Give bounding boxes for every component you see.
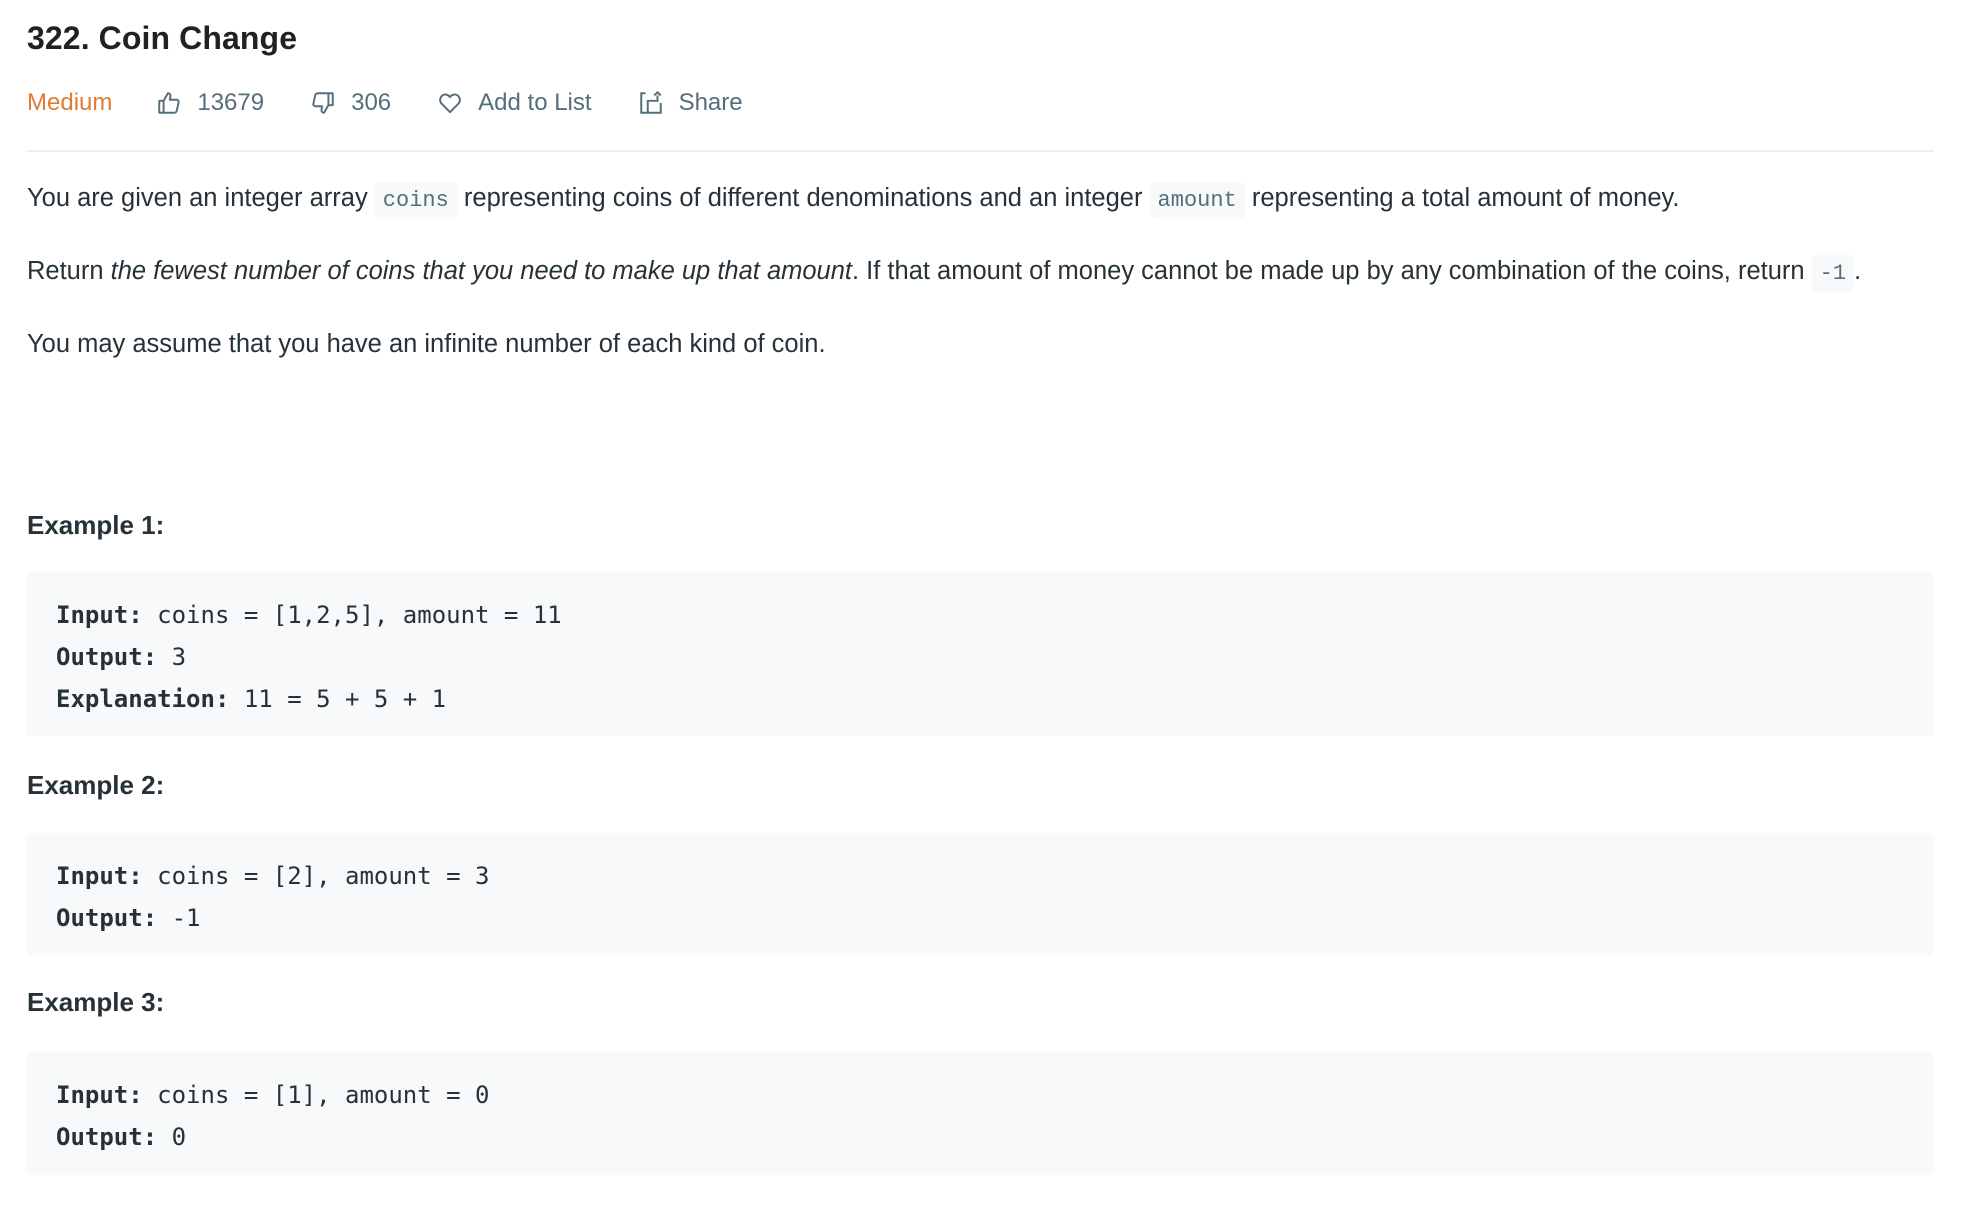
- example-output-line: Output: 0: [56, 1116, 1904, 1158]
- code-label: Input:: [56, 862, 143, 890]
- like-count: 13679: [197, 89, 265, 116]
- text: You are given an integer array: [27, 184, 375, 212]
- example-code-block: Input: coins = [1,2,5], amount = 11 Outp…: [26, 572, 1934, 736]
- example-heading: Example 2:: [27, 770, 165, 800]
- code-value: 3: [157, 643, 187, 671]
- dislike-count: 306: [351, 89, 392, 116]
- problem-meta-bar: Medium 13679 306 Add to List Share: [27, 84, 789, 122]
- statement-paragraph: You are given an integer array coins rep…: [27, 176, 1934, 223]
- thumbs-down-icon: [312, 92, 334, 114]
- code-label: Output:: [56, 1123, 158, 1151]
- code-label: Input:: [56, 1081, 143, 1109]
- code-value: 0: [157, 1123, 187, 1151]
- thumbs-up-icon: [158, 92, 181, 114]
- share-icon: [639, 91, 662, 114]
- example-explanation-line: Explanation: 11 = 5 + 5 + 1: [56, 678, 1904, 720]
- code-value: 11 = 5 + 5 + 1: [229, 685, 447, 713]
- code-label: Output:: [56, 904, 158, 932]
- inline-code-coins: coins: [374, 182, 457, 219]
- inline-code-minus-one: -1: [1811, 255, 1855, 292]
- add-to-list-label: Add to List: [478, 89, 592, 116]
- example-heading: Example 1:: [27, 510, 165, 540]
- example-code-block: Input: coins = [1], amount = 0 Output: 0: [26, 1052, 1934, 1175]
- example-code-block: Input: coins = [2], amount = 3 Output: -…: [26, 833, 1934, 955]
- dislike-button[interactable]: 306: [310, 89, 391, 117]
- difficulty-badge: Medium: [27, 89, 113, 116]
- problem-statement: You are given an integer array coins rep…: [27, 176, 1934, 392]
- example-input-line: Input: coins = [2], amount = 3: [56, 855, 1904, 897]
- example-heading: Example 3:: [27, 987, 165, 1017]
- share-button[interactable]: Share: [638, 89, 743, 117]
- statement-paragraph: Return the fewest number of coins that y…: [27, 249, 1934, 296]
- text: representing a total amount of money.: [1244, 184, 1680, 212]
- statement-paragraph: You may assume that you have an infinite…: [27, 330, 826, 358]
- add-to-list-button[interactable]: Add to List: [437, 89, 592, 117]
- header-divider: [27, 150, 1934, 152]
- heart-icon: [439, 93, 462, 114]
- like-button[interactable]: 13679: [156, 89, 264, 117]
- code-label: Output:: [56, 643, 158, 671]
- problem-title: 322. Coin Change: [27, 20, 298, 56]
- example-input-line: Input: coins = [1,2,5], amount = 11: [56, 594, 1904, 636]
- example-output-line: Output: 3: [56, 636, 1904, 678]
- text: Return: [27, 257, 111, 285]
- code-value: coins = [1], amount = 0: [142, 1081, 490, 1109]
- code-label: Explanation:: [56, 685, 230, 713]
- code-value: -1: [157, 904, 201, 932]
- code-value: coins = [1,2,5], amount = 11: [142, 601, 562, 629]
- example-input-line: Input: coins = [1], amount = 0: [56, 1074, 1904, 1116]
- text: . If that amount of money cannot be made…: [852, 257, 1812, 285]
- text: .: [1854, 257, 1862, 285]
- code-value: coins = [2], amount = 3: [142, 862, 490, 890]
- emphasis-text: the fewest number of coins that you need…: [110, 257, 852, 285]
- example-output-line: Output: -1: [56, 897, 1904, 939]
- share-label: Share: [678, 89, 743, 116]
- code-label: Input:: [56, 601, 143, 629]
- text: representing coins of different denomina…: [456, 184, 1150, 212]
- inline-code-amount: amount: [1149, 182, 1245, 219]
